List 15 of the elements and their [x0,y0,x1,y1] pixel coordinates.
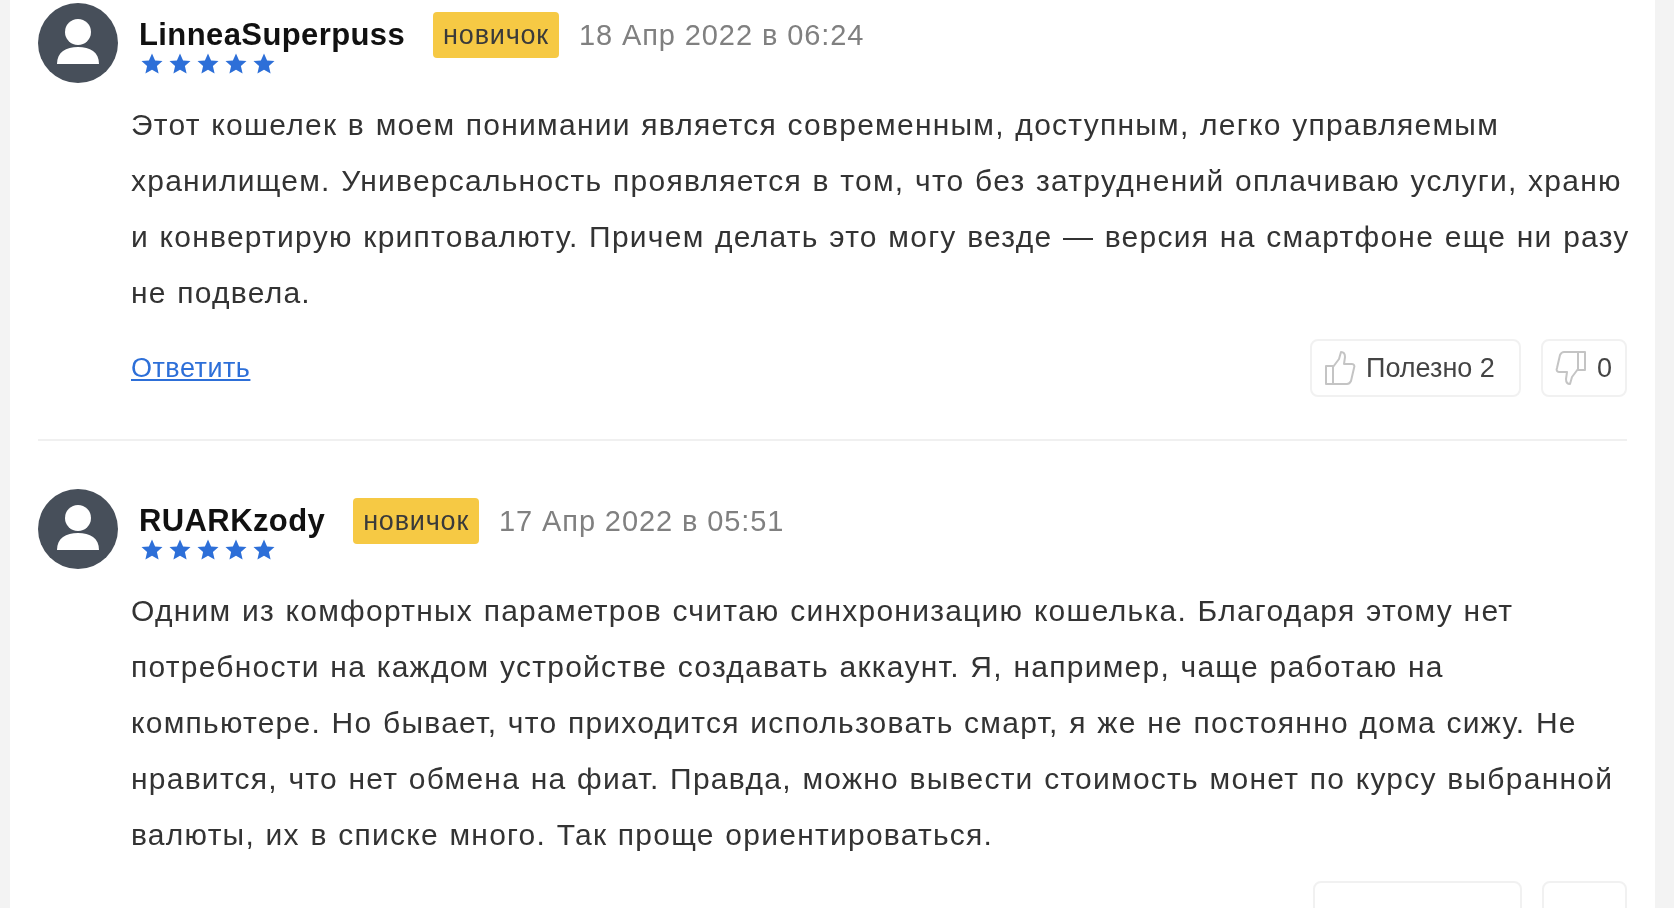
review-text: Одним из комфортных параметров считаю синхронизацию кошелька. Благодаря этому нет потребности на каждом устройстве создавать аккаунт. Я, например, чаще работаю на компьютере. Но бывает, что приходится использовать смарт, я же не постоянно дома сижу. Не нравится, что нет обмена на фиат. Правда, можно вывести стоимость монет по курсу выбранной валюты, их в списке много. Так проще ориентироваться. [131,593,1615,853]
thumbs-up-icon [1324,350,1356,386]
reply-link[interactable]: Ответить [131,352,251,384]
helpful-button[interactable]: Полезно 2 [1310,339,1521,397]
author-name: RUARKzody [139,503,326,539]
thumbs-down-icon [1555,350,1587,386]
avatar-icon [38,3,118,83]
review-text: Этот кошелек в моем понимании является современным, доступным, легко управляемым хранилищем. Универсальность проявляется в том, что без затруднений оплачиваю услуги, храню и конвертирую криптовалюту. Причем делать это могу везде — версия на смартфоне еще ни разу не подвела. [131,107,1631,311]
review-date: 17 Апр 2022 в 05:51 [499,504,785,538]
avatar-icon [38,489,118,569]
user-badge: новичок [353,498,479,544]
user-badge: новичок [433,12,559,58]
author-name: LinneaSuperpuss [139,17,406,53]
unhelpful-button[interactable]: 0 [1541,339,1627,397]
review-date: 18 Апр 2022 в 06:24 [578,18,865,52]
